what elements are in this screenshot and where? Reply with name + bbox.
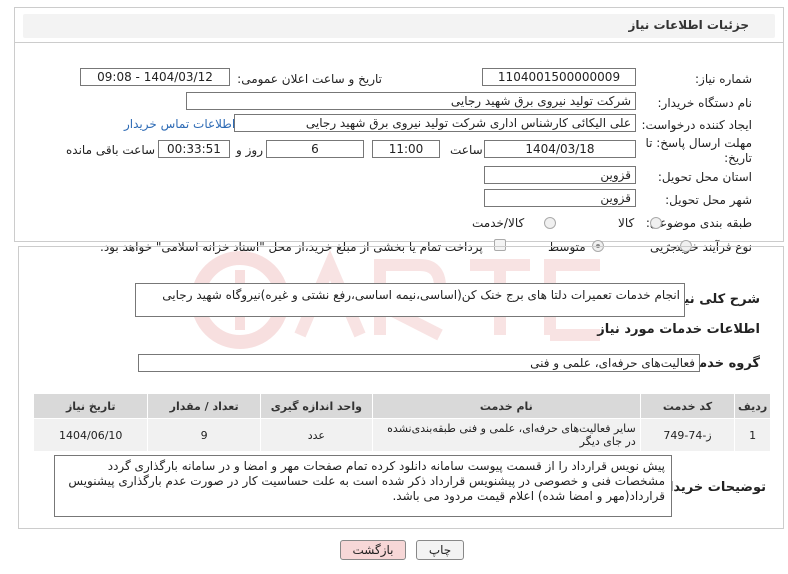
cell-code: ز-74-749 [639, 418, 736, 452]
buyer-label: نام دستگاه خریدار: [657, 96, 753, 110]
panel-header-bar: جزئیات اطلاعات نیاز [23, 14, 775, 38]
province-field: قزوین [484, 166, 636, 184]
col-date-header: تاریخ نیاز [32, 393, 149, 419]
category-goods-radio[interactable] [650, 217, 662, 229]
service-group-field: فعالیت‌های حرفه‌ای، علمی و فنی [138, 354, 700, 372]
buyer-notes-field: پیش نویس قرارداد را از قسمت پیوست سامانه… [54, 455, 672, 517]
deadline-date-label: تاریخ: [724, 151, 752, 165]
days-label: روز و [236, 143, 263, 157]
remaining-time-field: 00:33:51 [158, 140, 230, 158]
buyer-contact-link[interactable]: اطلاعات تماس خریدار [124, 117, 235, 131]
cell-unit: عدد [259, 418, 373, 452]
remaining-label: ساعت باقی مانده [66, 143, 156, 157]
col-unit-header: واحد اندازه گیری [259, 393, 373, 419]
announce-label: تاریخ و ساعت اعلان عمومی: [237, 72, 382, 86]
panel-header: جزئیات اطلاعات نیاز [14, 7, 784, 43]
creator-label: ایجاد کننده درخواست: [641, 118, 752, 132]
col-qty-header: تعداد / مقدار [147, 393, 261, 419]
need-number-field: 1104001500000009 [482, 68, 636, 86]
table-row: 1 ز-74-749 سایر فعالیت‌های حرفه‌ای، علمی… [32, 418, 771, 452]
description-field: انجام خدمات تعمیرات دلتا های برج خنک کن(… [135, 283, 685, 317]
city-label: شهر محل تحویل: [665, 193, 752, 207]
creator-field: علی الیکائی کارشناس اداری شرکت تولید نیر… [234, 114, 636, 132]
print-button[interactable]: چاپ [416, 540, 464, 560]
buyer-notes-label: توضیحات خریدار: [656, 480, 766, 495]
cell-date: 1404/06/10 [32, 418, 149, 452]
province-label: استان محل تحویل: [657, 170, 752, 184]
services-table: ردیف کد خدمت نام خدمت واحد اندازه گیری ت… [32, 393, 771, 452]
cell-row: 1 [734, 418, 771, 452]
page-title: جزئیات اطلاعات نیاز [628, 18, 749, 32]
deadline-time-label: ساعت [450, 143, 483, 157]
days-field: 6 [266, 140, 364, 158]
col-name-header: نام خدمت [371, 393, 641, 419]
deadline-label: مهلت ارسال پاسخ: تا [645, 136, 752, 150]
category-goods-service-label: کالا/خدمت [472, 216, 525, 230]
category-goods-service-radio[interactable] [544, 217, 556, 229]
category-goods-label: کالا [618, 216, 635, 230]
back-button[interactable]: بازگشت [340, 540, 406, 560]
services-section-title: اطلاعات خدمات مورد نیاز [597, 322, 760, 337]
col-row-header: ردیف [734, 393, 771, 419]
need-number-label: شماره نیاز: [695, 72, 752, 86]
table-header-row: ردیف کد خدمت نام خدمت واحد اندازه گیری ت… [32, 393, 771, 419]
deadline-time-field: 11:00 [372, 140, 440, 158]
buyer-field: شرکت تولید نیروی برق شهید رجایی [186, 92, 636, 110]
cell-name: سایر فعالیت‌های حرفه‌ای، علمی و فنی طبقه… [371, 418, 641, 452]
col-code-header: کد خدمت [639, 393, 736, 419]
cell-qty: 9 [147, 418, 261, 452]
announce-field: 1404/03/12 - 09:08 [80, 68, 230, 86]
deadline-date-field: 1404/03/18 [484, 140, 636, 158]
city-field: قزوین [484, 189, 636, 207]
